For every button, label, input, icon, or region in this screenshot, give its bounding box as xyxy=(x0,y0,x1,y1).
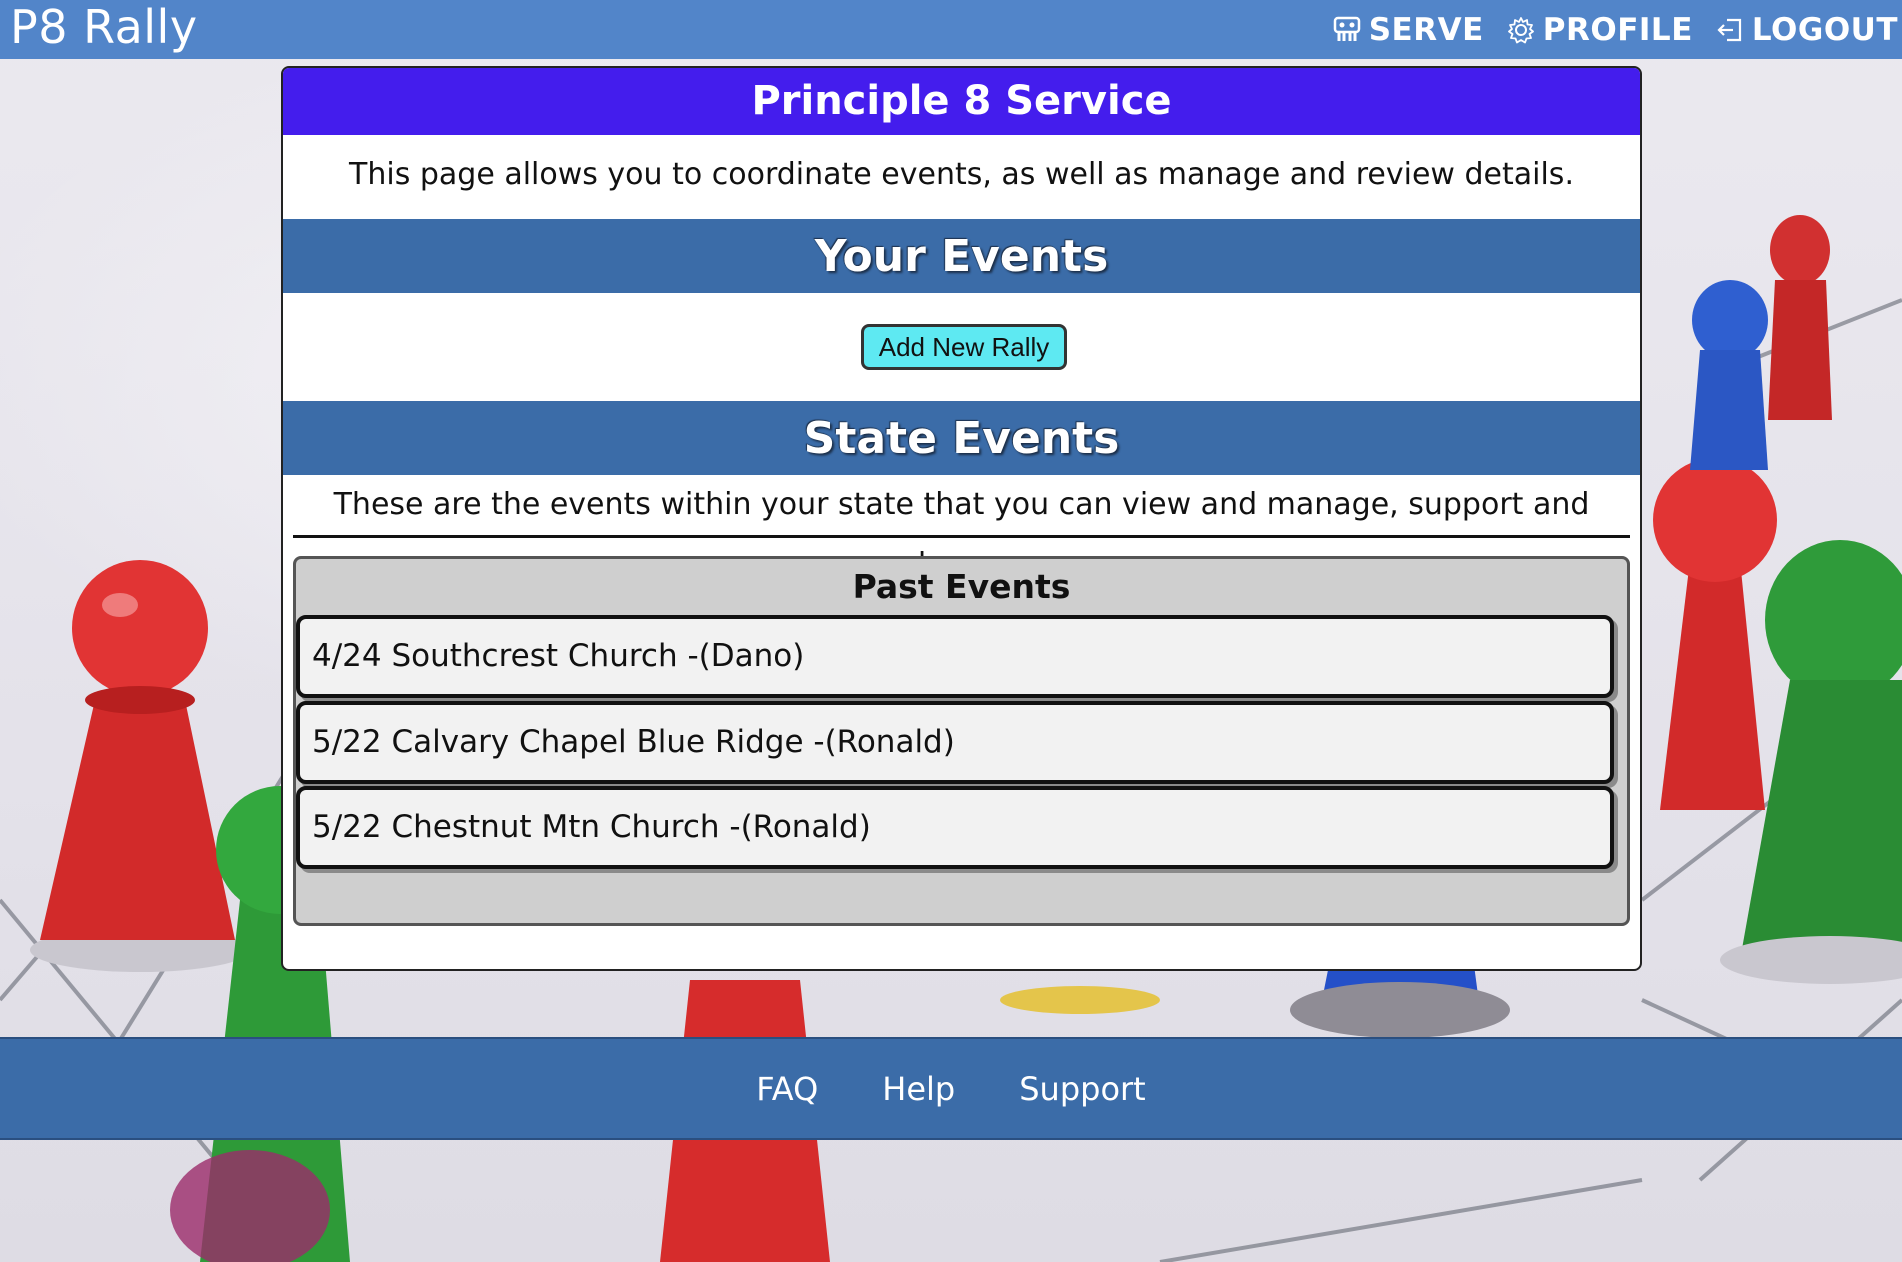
past-event-row[interactable]: 4/24 Southcrest Church -(Dano) xyxy=(296,615,1614,698)
nav-profile-label: PROFILE xyxy=(1542,11,1693,48)
footer-bar: FAQ Help Support xyxy=(0,1037,1902,1140)
gear-icon xyxy=(1507,16,1534,43)
footer-faq-link[interactable]: FAQ xyxy=(756,1070,818,1108)
service-card: Principle 8 Service This page allows you… xyxy=(281,66,1642,971)
nav-menu: SERVE PROFILE LOGOUT xyxy=(1332,0,1898,59)
logout-arrow-icon xyxy=(1717,18,1741,41)
your-events-section: Add New Rally xyxy=(283,293,1640,401)
state-events-description: These are the events within your state t… xyxy=(333,487,1590,582)
page-title: Principle 8 Service xyxy=(283,68,1640,135)
nav-serve-label: SERVE xyxy=(1368,11,1484,48)
serve-hands-icon xyxy=(1333,16,1360,41)
past-event-row[interactable]: 5/22 Chestnut Mtn Church -(Ronald) xyxy=(296,786,1614,869)
past-events-title: Past Events xyxy=(852,567,1071,606)
footer-links: FAQ Help Support xyxy=(0,1039,1902,1138)
state-events-heading: State Events xyxy=(283,401,1640,475)
past-event-row[interactable]: 5/22 Calvary Chapel Blue Ridge -(Ronald) xyxy=(296,701,1614,784)
nav-logout-link[interactable]: LOGOUT xyxy=(1715,12,1898,48)
brand-logo-text[interactable]: P8 Rally xyxy=(10,0,198,59)
your-events-heading: Your Events xyxy=(283,219,1640,293)
nav-profile-link[interactable]: PROFILE xyxy=(1506,12,1693,48)
add-new-rally-button[interactable]: Add New Rally xyxy=(861,324,1067,370)
top-navigation-bar: P8 Rally SERVE PROFILE LOGOUT xyxy=(0,0,1902,59)
page-intro-text: This page allows you to coordinate event… xyxy=(349,157,1574,192)
nav-serve-link[interactable]: SERVE xyxy=(1332,12,1484,48)
past-events-panel: Past Events 4/24 Southcrest Church -(Dan… xyxy=(293,556,1630,926)
footer-support-link[interactable]: Support xyxy=(1019,1070,1146,1108)
footer-help-link[interactable]: Help xyxy=(882,1070,955,1108)
nav-logout-label: LOGOUT xyxy=(1751,11,1898,48)
